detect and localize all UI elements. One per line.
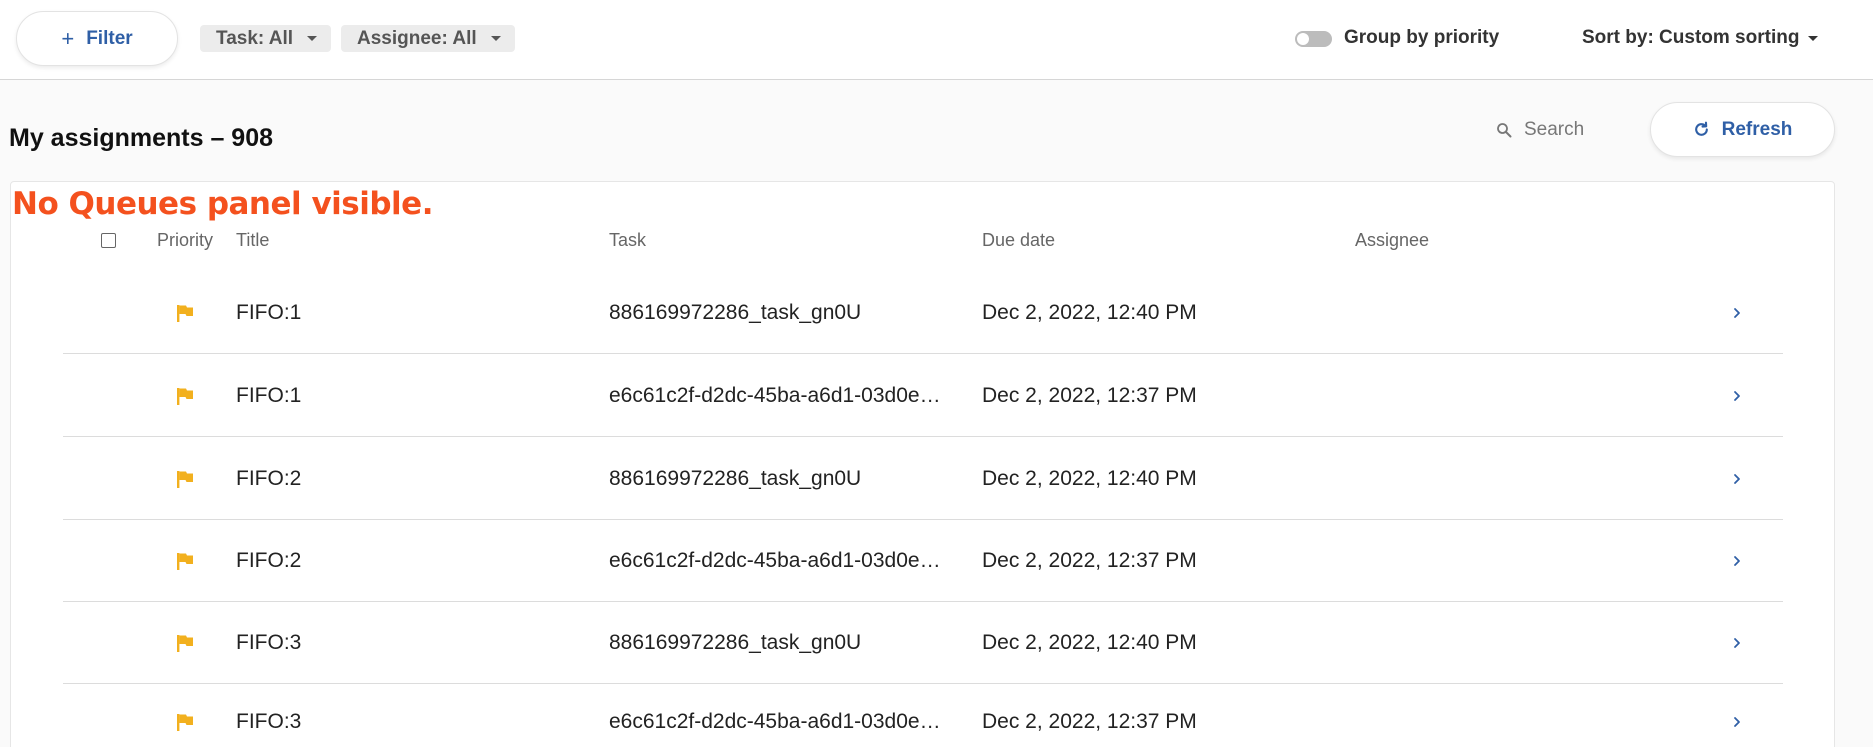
caret-down-icon <box>490 36 501 41</box>
column-header-task[interactable]: Task <box>609 230 646 251</box>
toggle-knob <box>1297 33 1309 45</box>
column-header-title[interactable]: Title <box>236 230 269 251</box>
task-filter-label: Task: All <box>216 27 294 49</box>
search-box[interactable] <box>1496 118 1636 142</box>
table-row[interactable]: FIFO:1 886169972286_task_gn0U Dec 2, 202… <box>63 272 1783 354</box>
group-by-priority-toggle[interactable] <box>1295 31 1332 47</box>
row-due-date: Dec 2, 2022, 12:40 PM <box>982 630 1197 654</box>
sort-dropdown[interactable]: Sort by: Custom sorting <box>1582 27 1819 49</box>
row-due-date: Dec 2, 2022, 12:40 PM <box>982 300 1197 324</box>
filter-button[interactable]: + Filter <box>16 11 178 66</box>
plus-icon: + <box>61 25 75 51</box>
row-task: 886169972286_task_gn0U <box>609 300 862 324</box>
chevron-right-icon[interactable] <box>1732 636 1742 650</box>
table-row[interactable]: FIFO:3 886169972286_task_gn0U Dec 2, 202… <box>63 602 1783 684</box>
flag-icon <box>177 304 193 322</box>
flag-icon <box>177 470 193 488</box>
page-title: My assignments – 908 <box>9 124 274 152</box>
select-all-checkbox[interactable] <box>101 233 116 248</box>
table-row[interactable]: FIFO:3 e6c61c2f-d2dc-45ba-a6d1-03d0e… De… <box>63 682 1783 747</box>
chevron-right-icon[interactable] <box>1732 472 1742 486</box>
table-row[interactable]: FIFO:1 e6c61c2f-d2dc-45ba-a6d1-03d0e… De… <box>63 355 1783 437</box>
chevron-right-icon[interactable] <box>1732 306 1742 320</box>
chevron-right-icon[interactable] <box>1732 389 1742 403</box>
row-title: FIFO:2 <box>236 466 302 490</box>
column-header-due-date[interactable]: Due date <box>982 230 1055 251</box>
row-due-date: Dec 2, 2022, 12:37 PM <box>982 383 1197 407</box>
sort-label: Sort by: Custom sorting <box>1582 27 1800 48</box>
annotation-note: No Queues panel visible. <box>12 186 433 222</box>
row-due-date: Dec 2, 2022, 12:40 PM <box>982 466 1197 490</box>
chevron-right-icon[interactable] <box>1732 554 1742 568</box>
group-by-priority-label: Group by priority <box>1344 27 1500 48</box>
row-task: 886169972286_task_gn0U <box>609 630 862 654</box>
flag-icon <box>177 634 193 652</box>
search-icon <box>1497 123 1512 138</box>
filter-button-label: Filter <box>86 27 133 49</box>
refresh-button[interactable]: Refresh <box>1650 102 1835 157</box>
row-due-date: Dec 2, 2022, 12:37 PM <box>982 548 1197 572</box>
row-task: 886169972286_task_gn0U <box>609 466 862 490</box>
flag-icon <box>177 387 193 405</box>
row-title: FIFO:1 <box>236 383 302 407</box>
table-row[interactable]: FIFO:2 886169972286_task_gn0U Dec 2, 202… <box>63 438 1783 520</box>
caret-down-icon <box>1808 35 1819 41</box>
row-title: FIFO:1 <box>236 300 302 324</box>
refresh-icon <box>1694 121 1708 136</box>
row-task: e6c61c2f-d2dc-45ba-a6d1-03d0e… <box>609 548 941 572</box>
table-row[interactable]: FIFO:2 e6c61c2f-d2dc-45ba-a6d1-03d0e… De… <box>63 520 1783 602</box>
row-title: FIFO:3 <box>236 710 302 733</box>
refresh-button-label: Refresh <box>1721 118 1793 140</box>
row-title: FIFO:2 <box>236 548 302 572</box>
task-filter-chip[interactable]: Task: All <box>200 25 332 52</box>
row-task: e6c61c2f-d2dc-45ba-a6d1-03d0e… <box>609 383 941 407</box>
flag-icon <box>177 552 193 570</box>
assignee-filter-label: Assignee: All <box>357 27 477 49</box>
search-input[interactable] <box>1524 119 1624 141</box>
chevron-right-icon[interactable] <box>1732 715 1742 729</box>
column-header-priority[interactable]: Priority <box>157 230 213 251</box>
caret-down-icon <box>307 36 318 41</box>
row-title: FIFO:3 <box>236 630 302 654</box>
column-header-assignee[interactable]: Assignee <box>1355 230 1429 251</box>
row-task: e6c61c2f-d2dc-45ba-a6d1-03d0e… <box>609 710 941 733</box>
row-due-date: Dec 2, 2022, 12:37 PM <box>982 710 1197 733</box>
assignee-filter-chip[interactable]: Assignee: All <box>341 25 515 52</box>
flag-icon <box>177 714 193 731</box>
filter-bar: + Filter Task: All Assignee: All Group b… <box>0 0 1873 80</box>
